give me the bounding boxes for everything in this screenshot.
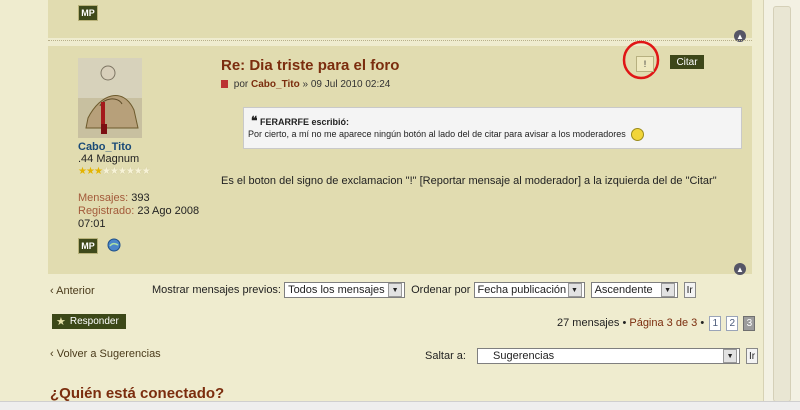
rank-star-empty-icon: ★ — [133, 166, 143, 177]
show-previous-label: Mostrar mensajes previos: — [152, 283, 281, 296]
page-3-current: 3 — [743, 316, 756, 331]
quote-text: Por cierto, a mí no me aparece ningún bo… — [248, 128, 645, 141]
page-info[interactable]: Página 3 de 3 — [629, 317, 697, 329]
sort-direction-value: Ascendente — [594, 284, 653, 296]
registered-time: 07:01 — [78, 218, 106, 230]
rank-star-empty-icon: ★ — [141, 166, 151, 177]
messages-count: Mensajes: 393 — [78, 192, 150, 204]
quote-button[interactable]: Citar — [670, 55, 704, 69]
message-count: 27 mensajes — [557, 317, 620, 329]
previous-topic-link[interactable]: ‹ Anterior — [50, 285, 95, 297]
messages-label: Mensajes: — [78, 192, 129, 204]
back-to-top-icon[interactable]: ▲ — [734, 263, 746, 275]
sort-direction-select[interactable]: Ascendente ▼ — [590, 282, 678, 298]
scrollbar-thumb[interactable] — [773, 6, 791, 402]
reply-button[interactable]: ★ Responder — [52, 314, 126, 329]
show-previous-select[interactable]: Todos los mensajes ▼ — [284, 282, 406, 298]
vertical-scrollbar[interactable] — [763, 0, 800, 409]
post-date: » 09 Jul 2010 02:24 — [302, 79, 391, 90]
pagination: 27 mensajes • Página 3 de 3 • 1 2 3 — [557, 316, 756, 331]
private-message-button[interactable]: MP — [78, 238, 98, 254]
rank-star-empty-icon: ★ — [109, 166, 119, 177]
show-previous-value: Todos los mensajes — [288, 284, 385, 296]
report-post-button[interactable]: ! — [636, 56, 654, 72]
jump-to-forum: Saltar a: Sugerencias ▼ Ir — [425, 348, 759, 364]
order-by-select[interactable]: Fecha publicación ▼ — [473, 282, 585, 298]
chevron-left-icon: ‹ — [50, 348, 54, 360]
page-2-link[interactable]: 2 — [726, 316, 739, 331]
order-by-value: Fecha publicación — [477, 284, 567, 296]
rank-star-empty-icon: ★ — [101, 166, 111, 177]
separator: • — [622, 317, 627, 329]
rank-stars: ★★★★★★★★★ — [78, 166, 151, 177]
registered-date: Registrado: 23 Ago 2008 — [78, 205, 199, 217]
jump-value: Sugerencias — [493, 350, 555, 362]
separator: • — [700, 317, 705, 329]
reply-label: Responder — [69, 316, 119, 327]
previous-post-footer: MP ▲ — [48, 0, 752, 42]
star-icon: ★ — [56, 316, 66, 328]
apply-sort-button[interactable]: Ir — [683, 282, 696, 298]
rank-star-icon: ★ — [85, 166, 95, 177]
post-byline: por Cabo_Tito » 09 Jul 2010 02:24 — [221, 79, 390, 90]
back-to-forum-link[interactable]: ‹ Volver a Sugerencias — [50, 348, 161, 360]
quote-block: ❝ FERARRFE escribió: Por cierto, a mí no… — [243, 107, 742, 149]
quote-content: Por cierto, a mí no me aparece ningún bo… — [248, 128, 626, 139]
registered-label: Registrado: — [78, 205, 135, 217]
jump-select[interactable]: Sugerencias ▼ — [477, 348, 741, 364]
user-avatar — [78, 58, 142, 138]
previous-label: Anterior — [56, 285, 95, 297]
registered-value: 23 Ago 2008 — [137, 205, 200, 217]
jump-label: Saltar a: — [425, 349, 466, 362]
quote-mark-icon: ❝ — [251, 114, 258, 128]
byline-author[interactable]: Cabo_Tito — [251, 79, 300, 90]
chevron-down-icon: ▼ — [660, 283, 675, 297]
chevron-down-icon: ▼ — [388, 283, 403, 297]
emoticon-icon — [631, 128, 645, 141]
chevron-down-icon: ▼ — [567, 283, 582, 297]
post-title[interactable]: Re: Dia triste para el foro — [221, 57, 399, 74]
rank-star-empty-icon: ★ — [117, 166, 127, 177]
post-body-text: Es el boton del signo de exclamacion "!"… — [221, 175, 717, 187]
chevron-left-icon: ‹ — [50, 285, 54, 297]
who-is-online-heading: ¿Quién está conectado? — [50, 385, 225, 402]
rank-star-icon: ★ — [78, 166, 87, 177]
back-label: Volver a Sugerencias — [56, 348, 161, 360]
display-options: Mostrar mensajes previos: Todos los mens… — [152, 282, 696, 298]
website-globe-icon[interactable] — [107, 238, 121, 252]
private-message-button[interactable]: MP — [78, 5, 98, 21]
jump-go-button[interactable]: Ir — [746, 348, 759, 364]
messages-value: 393 — [131, 192, 150, 204]
rank-star-empty-icon: ★ — [125, 166, 135, 177]
rank-star-icon: ★ — [93, 166, 103, 177]
post-icon — [221, 80, 228, 89]
chevron-down-icon: ▼ — [723, 349, 738, 363]
byline-prefix: por — [233, 79, 249, 90]
quote-author-label: FERARRFE escribió: — [259, 117, 349, 127]
user-rank: .44 Magnum — [78, 153, 140, 165]
page-1-link[interactable]: 1 — [709, 316, 722, 331]
post-author-username[interactable]: Cabo_Tito — [78, 141, 132, 153]
order-by-label: Ordenar por — [411, 283, 471, 296]
quote-author: ❝ FERARRFE escribió: — [251, 114, 349, 128]
